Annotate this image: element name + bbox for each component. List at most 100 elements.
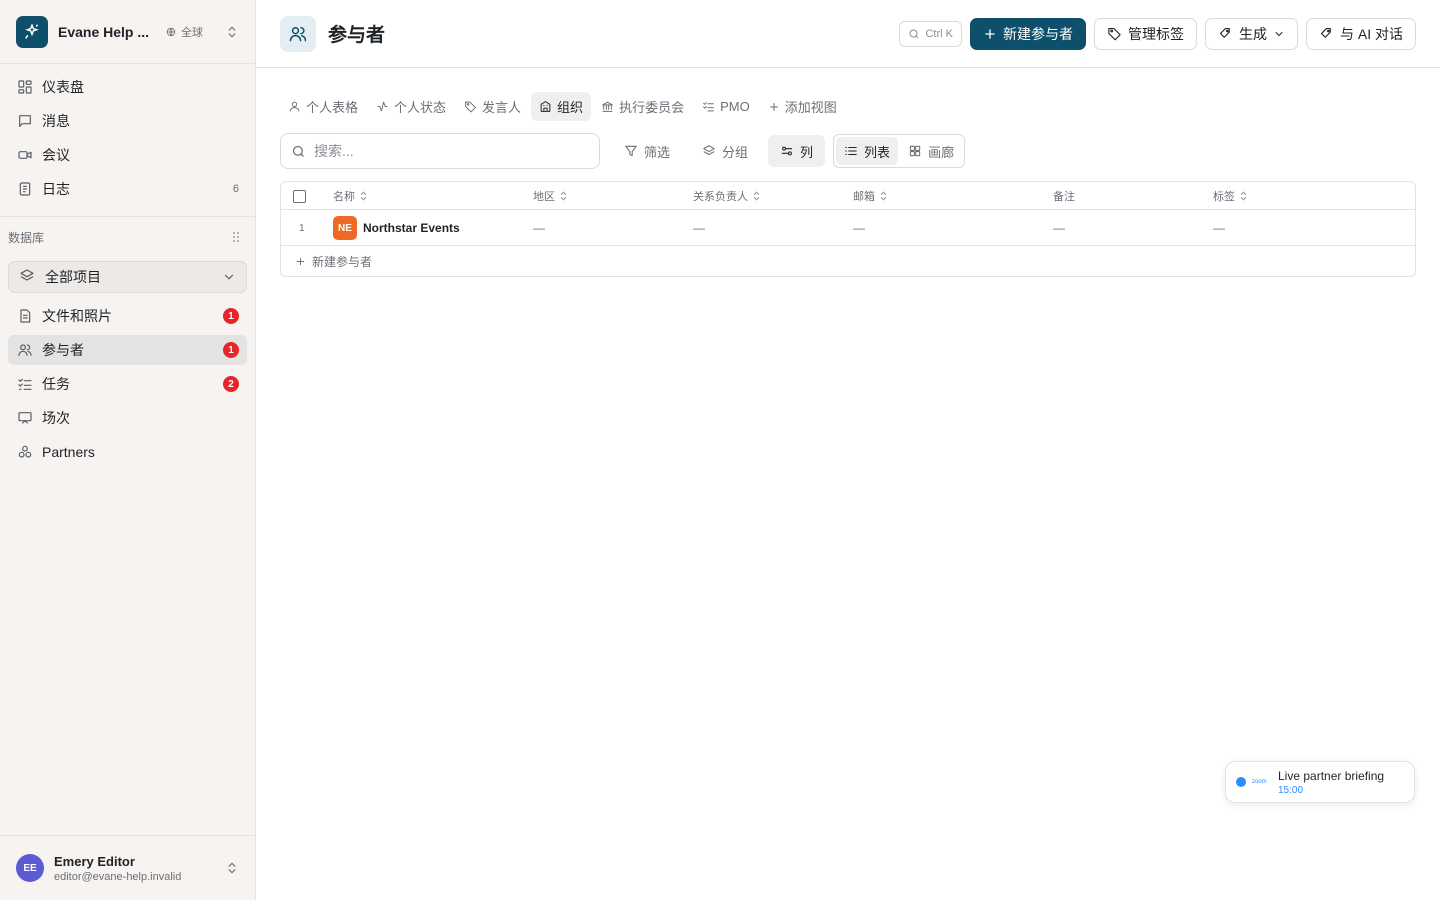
database-section-label: 数据库 (8, 230, 45, 245)
generate-button[interactable]: 生成 (1204, 17, 1298, 50)
nav-item-log[interactable]: 日志 6 (8, 174, 247, 204)
chevron-down-icon (1273, 28, 1285, 40)
sort-icon (752, 191, 761, 201)
add-view-button[interactable]: 添加视图 (760, 92, 845, 121)
org-avatar: NE (333, 216, 357, 240)
ai-chat-button[interactable]: 与 AI 对话 (1305, 17, 1416, 50)
user-icon (288, 100, 301, 113)
group-button[interactable]: 分组 (690, 135, 760, 167)
table-row[interactable]: 1 NE Northstar Events — — — — — (281, 210, 1415, 246)
building-icon (539, 100, 552, 113)
search-icon (908, 28, 920, 40)
activity-icon (376, 100, 389, 113)
tab-label: 个人状态 (394, 100, 447, 115)
sidebar-item-tasks[interactable]: 任务 2 (8, 369, 247, 399)
note-cell[interactable]: — (1053, 210, 1065, 246)
plus-icon (295, 256, 306, 267)
chevron-updown-icon[interactable] (225, 25, 239, 39)
column-header-name[interactable]: 名称 (333, 182, 368, 210)
tab-label: PMO (720, 99, 750, 114)
table-header: 名称 地区 关系负责人 邮箱 备注 标签 (281, 182, 1415, 210)
nav-item-messages[interactable]: 消息 (8, 106, 247, 136)
sparkle-tag-icon (1218, 26, 1233, 41)
view-mode-toggle: 列表 画廊 (833, 134, 966, 168)
participants-table: 名称 地区 关系负责人 邮箱 备注 标签 1 NE Northstar Even… (280, 181, 1416, 277)
search-icon (291, 144, 306, 159)
view-tabs: 个人表格 个人状态 发言人 组织 执行委员会 PMO 添加视图 (280, 92, 845, 121)
page-header: 参与者 Ctrl K 新建参与者 管理标签 生成 与 AI 对话 (256, 0, 1440, 68)
workspace-header[interactable]: Evane Help ... 全球 (0, 0, 255, 64)
sidebar-item-label: 场次 (42, 410, 70, 426)
column-label: 标签 (1213, 191, 1235, 203)
tab-label: 组织 (557, 100, 584, 115)
sort-icon (359, 191, 368, 201)
sort-icon (559, 191, 568, 201)
region-cell[interactable]: — (533, 210, 545, 246)
sidebar-item-partners[interactable]: Partners (8, 437, 247, 467)
checklist-icon (702, 100, 715, 113)
column-header-owner[interactable]: 关系负责人 (693, 182, 761, 210)
nav-item-label: 仪表盘 (42, 79, 84, 95)
workspace-scope[interactable]: 全球 (166, 24, 203, 40)
filter-label: 筛选 (644, 144, 671, 160)
tab-organizations[interactable]: 组织 (531, 92, 592, 121)
bank-icon (601, 100, 614, 113)
column-header-tags[interactable]: 标签 (1213, 182, 1248, 210)
owner-cell[interactable]: — (693, 210, 705, 246)
command-search-button[interactable]: Ctrl K (899, 20, 962, 47)
meeting-title: Live partner briefing (1278, 768, 1385, 783)
sidebar-item-label: 文件和照片 (42, 308, 112, 324)
gallery-view-button[interactable]: 画廊 (900, 137, 962, 165)
meeting-time: 15:00 (1278, 784, 1304, 796)
meeting-notification[interactable]: zoom Live partner briefing 15:00 (1225, 761, 1415, 803)
list-view-label: 列表 (864, 144, 891, 160)
email-cell[interactable]: — (853, 210, 865, 246)
ai-chat-label: 与 AI 对话 (1339, 25, 1403, 42)
settings-sliders-icon (780, 144, 794, 158)
tab-personal-status[interactable]: 个人状态 (368, 92, 454, 121)
tab-speakers[interactable]: 发言人 (456, 92, 529, 121)
chevron-down-icon (222, 270, 236, 284)
name-cell[interactable]: NE Northstar Events (333, 210, 460, 246)
nav-item-dashboard[interactable]: 仪表盘 (8, 72, 247, 102)
tab-personal-table[interactable]: 个人表格 (280, 92, 366, 121)
tags-cell[interactable]: — (1213, 210, 1225, 246)
layers-icon (702, 144, 716, 158)
sort-icon (1239, 191, 1248, 201)
tab-label: 执行委员会 (619, 100, 685, 115)
list-view-button[interactable]: 列表 (836, 137, 899, 165)
manage-tags-button[interactable]: 管理标签 (1093, 17, 1197, 50)
search-box[interactable] (280, 133, 600, 169)
column-label: 名称 (333, 191, 355, 203)
nav-item-label: 会议 (42, 147, 70, 163)
list-icon (844, 144, 858, 158)
database-nav: 文件和照片 1 参与者 1 任务 2 场次 Partners (0, 301, 255, 479)
column-header-note[interactable]: 备注 (1053, 182, 1075, 210)
user-menu[interactable]: EE Emery Editor editor@evane-help.invali… (0, 835, 255, 900)
tab-executive-committee[interactable]: 执行委员会 (593, 92, 692, 121)
nav-item-meetings[interactable]: 会议 (8, 140, 247, 170)
sidebar-item-label: Partners (42, 444, 95, 460)
search-input[interactable] (314, 143, 574, 159)
database-selector[interactable]: 全部项目 (8, 261, 247, 293)
columns-button[interactable]: 列 (768, 135, 826, 167)
sort-icon (879, 191, 888, 201)
drag-handle-icon[interactable] (231, 231, 241, 243)
column-label: 邮箱 (853, 191, 875, 203)
filter-button[interactable]: 筛选 (612, 135, 682, 167)
add-participant-row[interactable]: 新建参与者 (281, 246, 1415, 276)
select-all-checkbox[interactable] (293, 182, 306, 210)
sidebar-item-sessions[interactable]: 场次 (8, 403, 247, 433)
table-toolbar: 筛选 分组 列 列表 画廊 (280, 133, 966, 169)
column-header-email[interactable]: 邮箱 (853, 182, 888, 210)
notification-badge: 1 (223, 308, 239, 324)
dashboard-icon (16, 78, 34, 96)
zoom-logo: zoom (1252, 779, 1267, 785)
tab-label: 添加视图 (784, 100, 837, 115)
tab-pmo[interactable]: PMO (694, 92, 758, 121)
sidebar-item-files[interactable]: 文件和照片 1 (8, 301, 247, 331)
column-header-region[interactable]: 地区 (533, 182, 568, 210)
sidebar-item-participants[interactable]: 参与者 1 (8, 335, 247, 365)
users-icon (16, 341, 34, 359)
new-participant-button[interactable]: 新建参与者 (969, 17, 1086, 50)
